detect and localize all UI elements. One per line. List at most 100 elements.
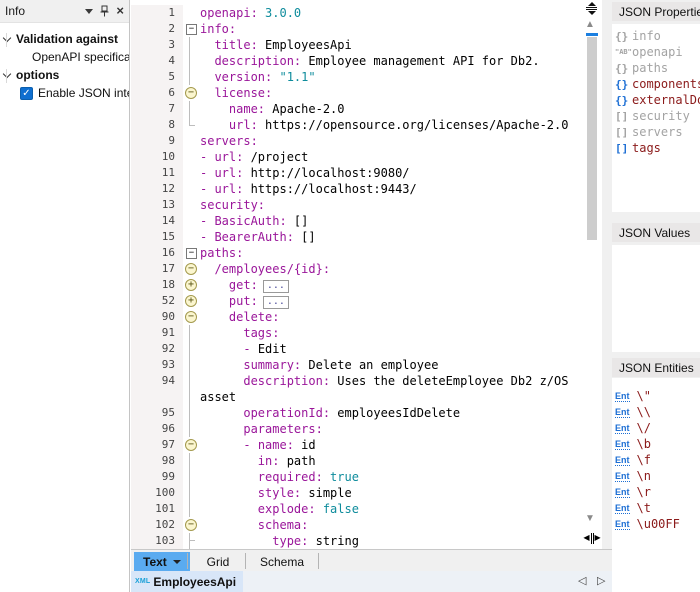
property-item-openapi[interactable]: "AB"openapi <box>612 44 700 60</box>
code-row[interactable]: 95 operationId: employeesIdDelete <box>131 405 583 421</box>
chevron-down-icon[interactable] <box>3 69 11 77</box>
entity-label: \u00FF <box>637 517 680 531</box>
file-tab-employeesapi[interactable]: XML EmployeesApi <box>131 571 243 592</box>
fold-toggle-icon[interactable]: − <box>183 21 200 37</box>
enable-json-checkbox[interactable]: ✓ <box>20 87 33 100</box>
code-row[interactable]: 3 title: EmployeesApi <box>131 37 583 53</box>
code-row[interactable]: 11- url: http://localhost:9080/ <box>131 165 583 181</box>
code-row[interactable]: 9servers: <box>131 133 583 149</box>
prev-file-arrow-icon[interactable]: ◁ <box>578 574 586 588</box>
property-item-info[interactable]: {}info <box>612 28 700 44</box>
entity-item[interactable]: Ent\/ <box>612 420 700 436</box>
code-row[interactable]: 99 required: true <box>131 469 583 485</box>
fold-toggle-icon[interactable]: − <box>183 261 200 277</box>
code-row[interactable]: 6− license: <box>131 85 583 101</box>
code-row[interactable]: 96 parameters: <box>131 421 583 437</box>
fold-guide <box>183 133 200 149</box>
yaml-text-editor[interactable]: 1openapi: 3.0.02−info:3 title: Employees… <box>131 0 583 549</box>
entity-item[interactable]: Ent\f <box>612 452 700 468</box>
code-row[interactable]: 10- url: /project <box>131 149 583 165</box>
entity-item[interactable]: Ent\" <box>612 388 700 404</box>
code-row[interactable]: 103 type: string <box>131 533 583 549</box>
code-row[interactable]: 2−info: <box>131 21 583 37</box>
code-row[interactable]: 18+ get:... <box>131 277 583 293</box>
tree-item-validation-against[interactable]: Validation against <box>2 30 129 48</box>
entity-item[interactable]: Ent\b <box>612 436 700 452</box>
collapsed-section-box[interactable]: ... <box>263 280 289 293</box>
code-row[interactable]: asset <box>131 389 583 405</box>
next-file-arrow-icon[interactable]: ▷ <box>597 574 605 588</box>
line-number: 16 <box>131 245 183 261</box>
entity-item[interactable]: Ent\n <box>612 468 700 484</box>
code-row[interactable]: 94 description: Uses the deleteEmployee … <box>131 373 583 389</box>
tab-schema[interactable]: Schema <box>249 552 315 571</box>
chevron-down-icon[interactable] <box>3 33 11 41</box>
code-row[interactable]: 15- BearerAuth: [] <box>131 229 583 245</box>
scroll-down-arrow-icon[interactable]: ▼ <box>585 513 595 524</box>
fold-guide <box>183 325 200 341</box>
code-row[interactable]: 93 summary: Delete an employee <box>131 357 583 373</box>
code-row[interactable]: 92 - Edit <box>131 341 583 357</box>
property-item-security[interactable]: []security <box>612 108 700 124</box>
property-item-servers[interactable]: []servers <box>612 124 700 140</box>
code-row[interactable]: 97− - name: id <box>131 437 583 453</box>
entity-item[interactable]: Ent\r <box>612 484 700 500</box>
scrollbar-accent-mark <box>586 33 598 36</box>
code-text: - url: /project <box>200 149 583 165</box>
code-row[interactable]: 4 description: Employee management API f… <box>131 53 583 69</box>
fold-guide <box>183 469 200 485</box>
tree-item-options[interactable]: options <box>2 66 129 84</box>
property-item-components[interactable]: {}components <box>612 76 700 92</box>
code-row[interactable]: 98 in: path <box>131 453 583 469</box>
scroll-up-arrow-icon[interactable]: ▲ <box>585 19 595 30</box>
fold-toggle-icon[interactable]: − <box>183 309 200 325</box>
entity-item[interactable]: Ent\t <box>612 500 700 516</box>
line-number: 97 <box>131 437 183 453</box>
fold-guide <box>183 69 200 85</box>
fold-toggle-icon[interactable]: − <box>183 85 200 101</box>
code-row[interactable]: 52+ put:... <box>131 293 583 309</box>
entity-item[interactable]: Ent\u00FF <box>612 516 700 532</box>
code-text: url: https://opensource.org/licenses/Apa… <box>200 117 583 133</box>
fold-guide <box>183 149 200 165</box>
pin-icon[interactable] <box>100 5 109 17</box>
code-row[interactable]: 17− /employees/{id}: <box>131 261 583 277</box>
code-row[interactable]: 7 name: Apache-2.0 <box>131 101 583 117</box>
close-icon[interactable]: × <box>116 6 124 16</box>
split-view-handle-icon[interactable] <box>585 2 598 16</box>
scrollbar-thumb[interactable] <box>587 37 597 240</box>
horizontal-split-handle-icon[interactable]: ◀▶ <box>583 530 601 546</box>
line-number: 14 <box>131 213 183 229</box>
code-row[interactable]: 101 explode: false <box>131 501 583 517</box>
property-item-tags[interactable]: []tags <box>612 140 700 156</box>
fold-toggle-icon[interactable]: − <box>183 245 200 261</box>
entity-item[interactable]: Ent\\ <box>612 404 700 420</box>
collapsed-section-box[interactable]: ... <box>263 296 289 309</box>
code-row[interactable]: 14- BasicAuth: [] <box>131 213 583 229</box>
code-row[interactable]: 90− delete: <box>131 309 583 325</box>
code-row[interactable]: 1openapi: 3.0.0 <box>131 5 583 21</box>
code-row[interactable]: 8 url: https://opensource.org/licenses/A… <box>131 117 583 133</box>
property-item-paths[interactable]: {}paths <box>612 60 700 76</box>
code-row[interactable]: 16−paths: <box>131 245 583 261</box>
code-row[interactable]: 13security: <box>131 197 583 213</box>
line-number: 7 <box>131 101 183 117</box>
fold-toggle-icon[interactable]: + <box>183 277 200 293</box>
code-row[interactable]: 91 tags: <box>131 325 583 341</box>
tree-item-openapi-specification[interactable]: OpenAPI specification <box>2 48 129 66</box>
tab-grid[interactable]: Grid <box>193 552 243 571</box>
line-number: 94 <box>131 373 183 389</box>
fold-toggle-icon[interactable]: − <box>183 437 200 453</box>
window-menu-icon[interactable] <box>85 9 93 14</box>
fold-toggle-icon[interactable]: − <box>183 517 200 533</box>
tab-text[interactable]: Text <box>134 552 190 571</box>
entity-label: \r <box>637 485 651 499</box>
code-text: schema: <box>200 517 583 533</box>
code-row[interactable]: 12- url: https://localhost:9443/ <box>131 181 583 197</box>
property-item-externalDocs[interactable]: {}externalDocs <box>612 92 700 108</box>
code-text: - name: id <box>200 437 583 453</box>
code-row[interactable]: 102− schema: <box>131 517 583 533</box>
fold-toggle-icon[interactable]: + <box>183 293 200 309</box>
code-row[interactable]: 100 style: simple <box>131 485 583 501</box>
code-row[interactable]: 5 version: "1.1" <box>131 69 583 85</box>
